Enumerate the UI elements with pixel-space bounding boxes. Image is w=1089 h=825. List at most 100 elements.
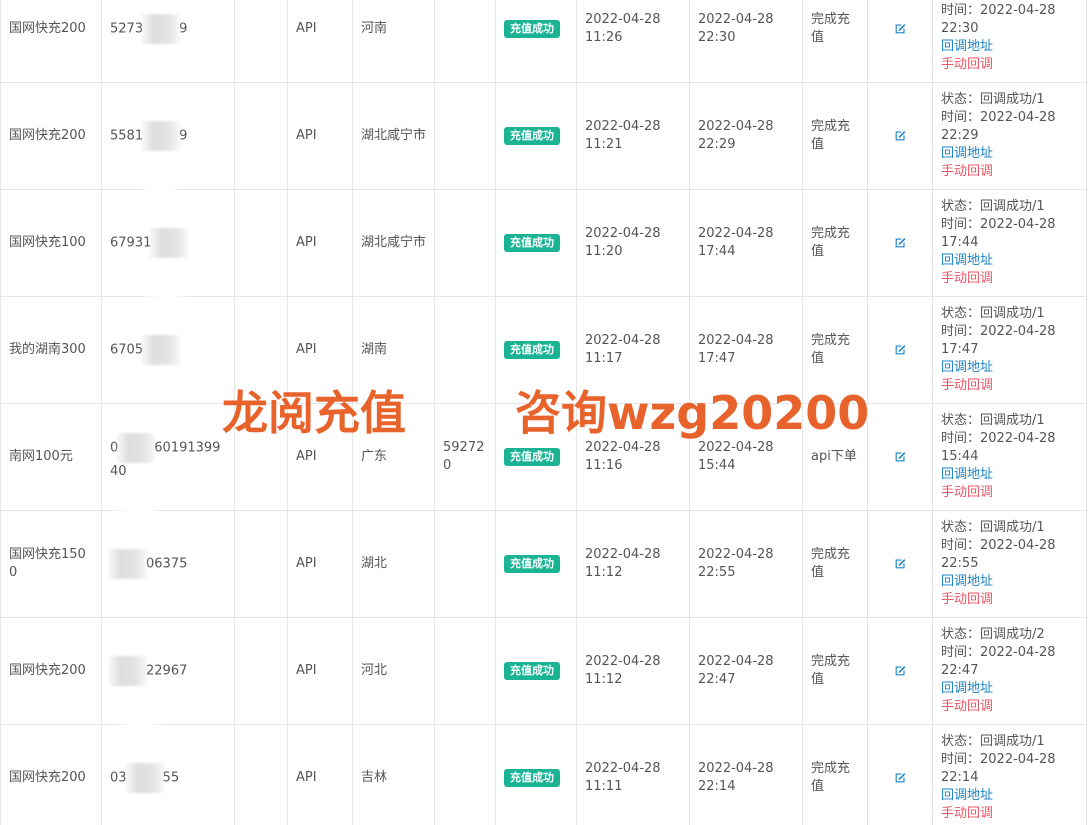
finished-time: 22:55 [698,565,736,580]
manual-callback-link[interactable]: 手动回调 [941,805,1078,823]
callback-status-value: 回调成功/1 [980,413,1045,428]
product-name: 国网快充200 [9,21,86,36]
callback-info-cell: 状态：回调成功/2 时间：2022-04-28 22:47 回调地址 手动回调 [932,617,1087,725]
channel-label: API [296,128,317,143]
callback-status-prefix: 状态： [941,92,981,107]
callback-info-cell: 状态：时间：2022-04-2822:30回调地址手动回调 [932,0,1087,83]
edit-cell [867,0,933,83]
manual-callback-link[interactable]: 手动回调 [941,484,1078,502]
manual-callback-link[interactable]: 手动回调 [941,270,1078,288]
callback-time-clock: 22:47 [941,663,979,678]
callback-status-value: 回调成功/1 [980,199,1045,214]
product-cell: 国网快充1500 [0,510,102,618]
region-cell: 吉林 [352,724,435,825]
table-row: 国网快充200 03 55 API 吉林 充值成功 2022-04-28 11:11 2022-… [0,724,1087,825]
callback-time-prefix: 时间： [941,324,981,339]
edit-icon[interactable] [894,22,907,35]
manual-callback-link[interactable]: 手动回调 [941,56,1078,74]
manual-callback-link[interactable]: 手动回调 [941,163,1078,181]
region-cell: 湖南 [352,296,435,404]
region-label: 河南 [361,21,388,36]
product-cell: 国网快充200 [0,724,102,825]
created-date: 2022-04-28 [585,12,661,27]
created-time: 11:17 [585,351,623,366]
callback-time-clock: 22:30 [941,21,979,36]
callback-url-link[interactable]: 回调地址 [941,573,1078,591]
callback-time-clock: 15:44 [941,449,979,464]
created-date: 2022-04-28 [585,119,661,134]
account-number-end: 55 [162,770,180,786]
account-cell: 22967 [101,617,235,725]
channel-cell: API [287,724,353,825]
finished-date: 2022-04-28 [698,226,774,241]
masked-account-digits [116,433,157,463]
callback-status-line: 状态：回调成功/2 [941,626,1078,644]
callback-time-clock: 17:47 [941,342,979,357]
status-badge: 充值成功 [504,20,560,38]
region-label: 湖南 [361,342,388,357]
extra-cell [434,724,496,825]
orders-table: 国网快充200 5273 9 API 河南 充值成功 2022-04-28 11:26 2022… [0,0,1087,825]
callback-url-link[interactable]: 回调地址 [941,359,1078,377]
callback-url-link[interactable]: 回调地址 [941,466,1078,484]
callback-status-value: 回调成功/1 [980,520,1045,535]
masked-account-digits [141,14,182,44]
result-cell: 完成充值 [802,0,868,83]
product-cell: 国网快充100 [0,189,102,297]
result-cell: 完成充值 [802,296,868,404]
channel-cell: API [287,403,353,511]
edit-icon[interactable] [894,450,907,463]
created-time-cell: 2022-04-28 11:17 [576,296,690,404]
finished-time: 22:30 [698,30,736,45]
manual-callback-link[interactable]: 手动回调 [941,377,1078,395]
account-number-start: 5581 [110,128,144,144]
product-name: 南网100元 [9,449,73,464]
callback-url-link[interactable]: 回调地址 [941,145,1078,163]
result-label: 完成充值 [811,333,851,366]
status-badge: 充值成功 [504,448,560,466]
result-cell: 完成充值 [802,82,868,190]
result-label: 完成充值 [811,654,851,687]
edit-icon[interactable] [894,664,907,677]
edit-icon[interactable] [894,129,907,142]
finished-date: 2022-04-28 [698,119,774,134]
status-cell: 充值成功 [495,189,577,297]
product-name: 国网快充1500 [9,547,86,580]
edit-icon[interactable] [894,343,907,356]
callback-url-link[interactable]: 回调地址 [941,787,1078,805]
region-label: 河北 [361,663,388,678]
callback-url-link[interactable]: 回调地址 [941,252,1078,270]
result-label: 完成充值 [811,12,851,45]
callback-time-line: 时间：2022-04-28 [941,216,1078,234]
blank-cell [234,189,288,297]
status-badge: 充值成功 [504,555,560,573]
edit-icon[interactable] [894,771,907,784]
callback-url-link[interactable]: 回调地址 [941,680,1078,698]
callback-status-prefix: 状态： [941,306,981,321]
channel-cell: API [287,189,353,297]
finished-date: 2022-04-28 [698,333,774,348]
finished-time-cell: 2022-04-28 17:44 [689,189,803,297]
product-name: 国网快充200 [9,663,86,678]
callback-status-prefix: 状态： [941,734,981,749]
manual-callback-link[interactable]: 手动回调 [941,591,1078,609]
edit-icon[interactable] [894,236,907,249]
callback-time-line: 时间：2022-04-28 [941,430,1078,448]
region-cell: 湖北咸宁市 [352,189,435,297]
callback-time-date: 2022-04-28 [980,217,1056,232]
blank-cell [234,0,288,83]
edit-cell [867,724,933,825]
extra-cell [434,510,496,618]
manual-callback-link[interactable]: 手动回调 [941,698,1078,716]
region-cell: 湖北咸宁市 [352,82,435,190]
channel-cell: API [287,296,353,404]
callback-time-line: 时间：2022-04-28 [941,323,1078,341]
blank-cell [234,82,288,190]
callback-url-link[interactable]: 回调地址 [941,38,1078,56]
result-label: api下单 [811,449,857,464]
channel-label: API [296,342,317,357]
created-time-cell: 2022-04-28 11:21 [576,82,690,190]
edit-icon[interactable] [894,557,907,570]
callback-info-cell: 状态：回调成功/1 时间：2022-04-28 22:14 回调地址 手动回调 [932,724,1087,825]
callback-time-date: 2022-04-28 [980,752,1056,767]
